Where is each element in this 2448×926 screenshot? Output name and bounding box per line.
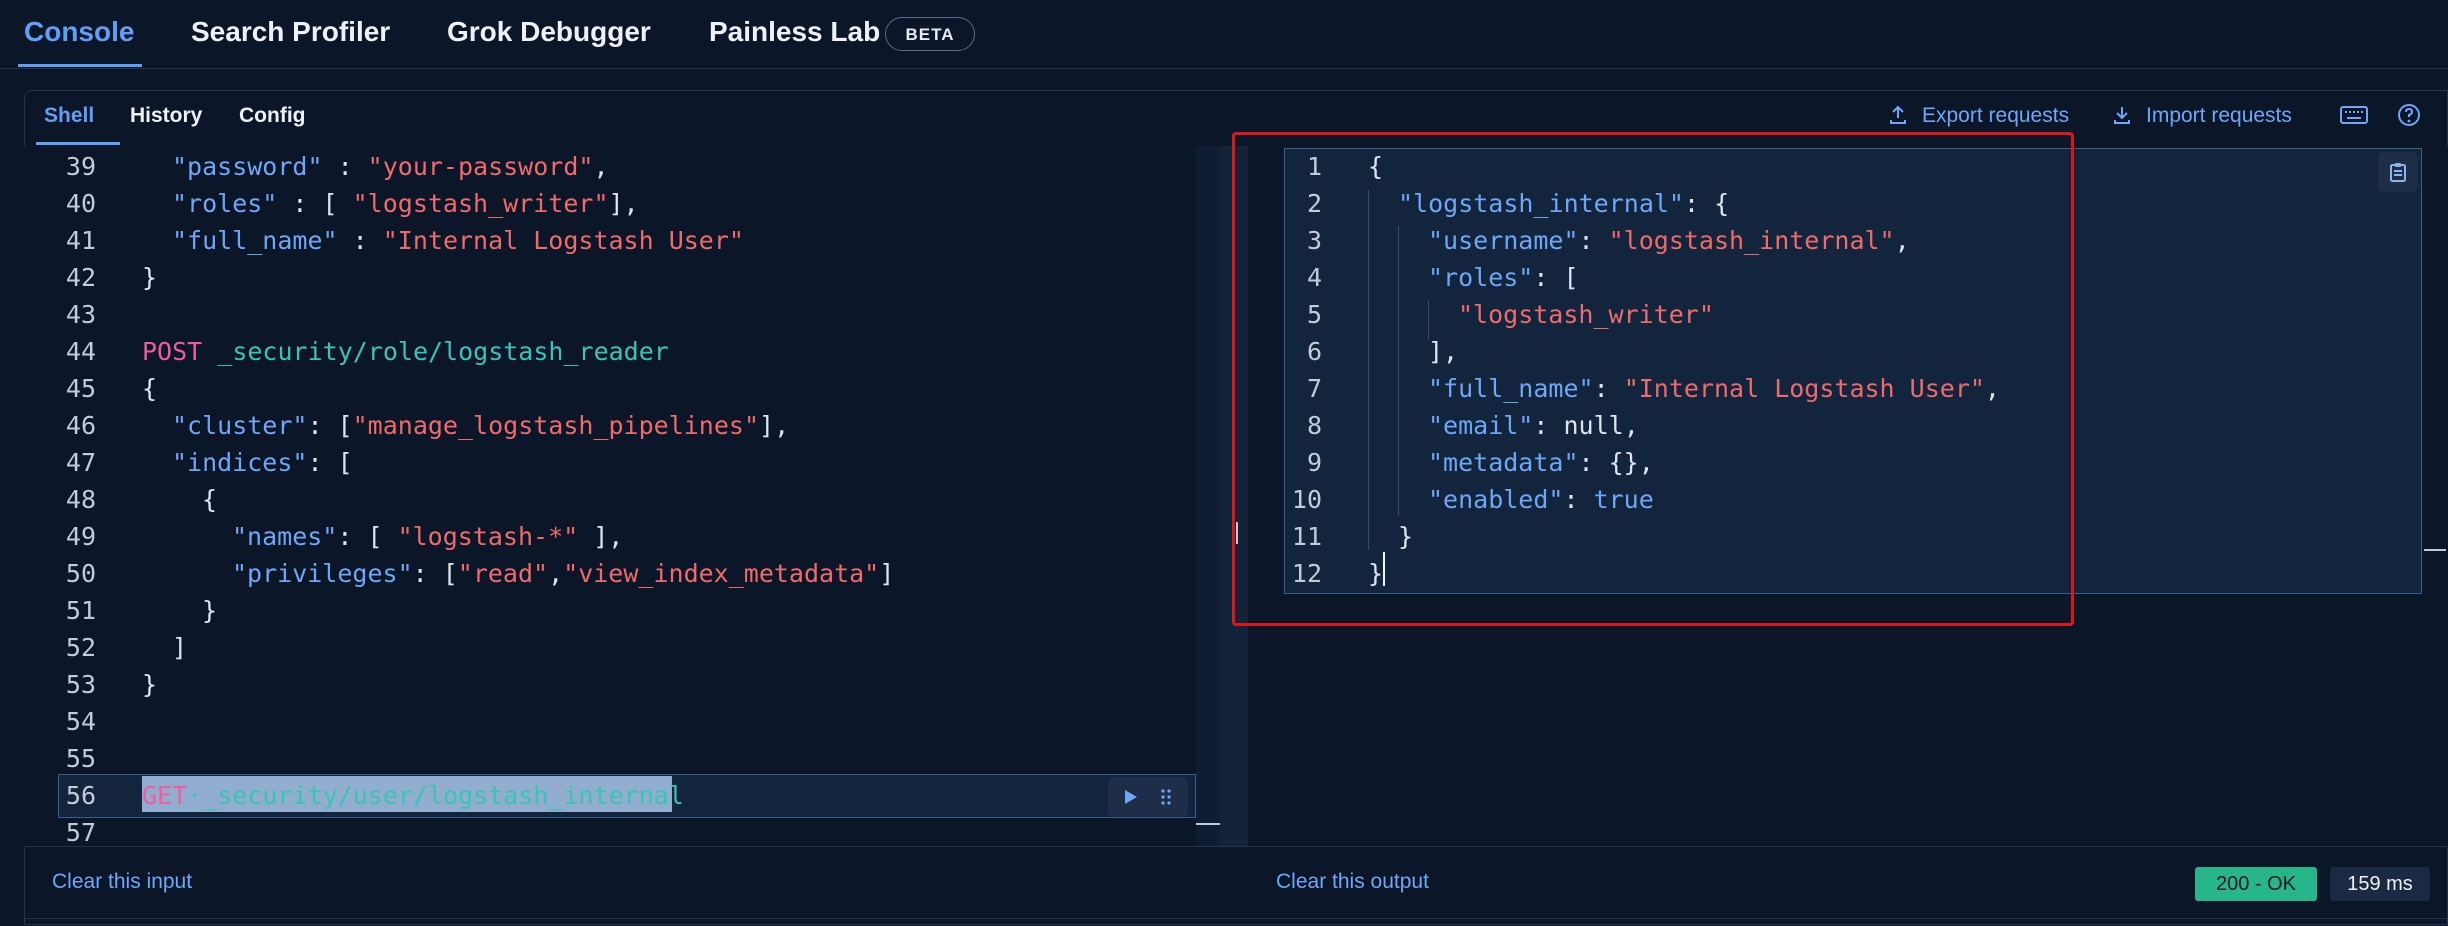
line-number: 47: [65, 448, 96, 477]
tab-shell[interactable]: Shell: [44, 104, 94, 128]
keyboard-icon[interactable]: [2340, 102, 2368, 128]
request-path: _security/role/logstash_reader: [217, 337, 669, 366]
tab-grok-debugger[interactable]: Grok Debugger: [447, 16, 651, 48]
import-icon: [2114, 107, 2130, 124]
line-number: 56: [65, 781, 96, 810]
line-number: 53: [65, 670, 96, 699]
request-path: _security/user/logstash_internal: [202, 781, 684, 810]
line-number: 48: [65, 485, 96, 514]
export-icon: [1890, 105, 1906, 124]
export-requests-button[interactable]: Export requests: [1922, 104, 2069, 128]
line-number: 41: [65, 226, 96, 255]
json-key: "privileges": [232, 559, 413, 588]
line-number: 51: [65, 596, 96, 625]
tab-console[interactable]: Console: [24, 16, 134, 48]
clipboard-icon: [2390, 163, 2406, 182]
line-number: 44: [65, 337, 96, 366]
json-key: "password": [172, 152, 323, 181]
scroll-position-marker: [2424, 549, 2446, 551]
json-punct: ],: [578, 522, 624, 551]
json-punct: : [: [337, 522, 398, 551]
request-line: POST _security/role/logstash_reader: [142, 337, 669, 366]
line-number: 46: [65, 411, 96, 440]
status-badge: 200 - OK: [2195, 867, 2317, 901]
json-key: "full_name": [172, 226, 338, 255]
json-punct: : [: [307, 411, 353, 440]
json-punct: ,: [548, 559, 564, 588]
json-punct: ],: [759, 411, 790, 440]
code-line: "full_name" : "Internal Logstash User": [172, 226, 744, 255]
console-footer: [24, 846, 2448, 926]
json-string: "Internal Logstash User": [382, 226, 744, 255]
code-line: {: [142, 374, 158, 403]
clear-output-button[interactable]: Clear this output: [1276, 870, 1429, 894]
top-tab-bar: Console Search Profiler Grok Debugger Pa…: [0, 0, 2448, 69]
json-string: "view_index_metadata": [563, 559, 880, 588]
line-number: 49: [65, 522, 96, 551]
help-icon[interactable]: [2396, 102, 2422, 128]
play-icon[interactable]: [1120, 787, 1140, 807]
line-number: 57: [65, 818, 96, 847]
code-line: ]: [172, 633, 188, 662]
copy-output-button[interactable]: [2378, 152, 2418, 192]
code-line: "password" : "your-password",: [172, 152, 609, 181]
highlight-annotation-box: [1232, 132, 2074, 626]
line-number: 54: [65, 707, 96, 736]
json-punct: : [: [412, 559, 458, 588]
editor-scrollbar[interactable]: [1196, 146, 1220, 846]
json-punct: ,: [593, 152, 609, 181]
line-number: 42: [65, 263, 96, 292]
http-method: POST: [142, 337, 203, 366]
line-number: 39: [65, 152, 96, 181]
json-key: "indices": [172, 448, 308, 477]
beta-badge: BETA: [885, 17, 975, 51]
code-line: "cluster": ["manage_logstash_pipelines"]…: [172, 411, 789, 440]
line-number: 55: [65, 744, 96, 773]
code-line: {: [202, 485, 218, 514]
json-key: "cluster": [172, 411, 308, 440]
code-line: }: [142, 670, 158, 699]
json-key: "roles": [172, 189, 278, 218]
json-punct: :: [337, 226, 383, 255]
json-string: "logstash-*": [397, 522, 579, 551]
response-time-badge: 159 ms: [2330, 867, 2430, 901]
tab-painless-lab[interactable]: Painless Lab: [709, 16, 880, 48]
code-line: "names": [ "logstash-*" ],: [232, 522, 623, 551]
more-options-icon[interactable]: [1160, 787, 1172, 807]
active-tab-indicator: [18, 64, 142, 67]
json-key: "names": [232, 522, 338, 551]
json-string: "your-password": [367, 152, 594, 181]
json-punct: : [: [277, 189, 353, 218]
http-method: GET: [142, 781, 188, 810]
json-punct: :: [322, 152, 368, 181]
line-number: 52: [65, 633, 96, 662]
json-string: "manage_logstash_pipelines": [352, 411, 760, 440]
active-subtab-indicator: [36, 142, 120, 145]
line-number: 45: [65, 374, 96, 403]
line-number: 50: [65, 559, 96, 588]
tab-search-profiler[interactable]: Search Profiler: [191, 16, 390, 48]
code-line: "privileges": ["read","view_index_metada…: [232, 559, 894, 588]
code-line: "indices": [: [172, 448, 353, 477]
json-punct: ]: [879, 559, 895, 588]
code-line: }: [142, 263, 158, 292]
code-line: }: [202, 596, 218, 625]
request-line: GET·_security/user/logstash_internal: [142, 781, 684, 810]
import-requests-button[interactable]: Import requests: [2146, 104, 2292, 128]
json-punct: : [: [307, 448, 353, 477]
json-string: "read": [457, 559, 549, 588]
tab-history[interactable]: History: [130, 104, 202, 128]
tab-config[interactable]: Config: [239, 104, 305, 128]
scroll-position-marker: [1196, 823, 1220, 825]
request-actions: [1108, 777, 1188, 817]
footer-divider: [24, 918, 2448, 919]
json-string: "logstash_writer": [352, 189, 609, 218]
request-path-separator: ·: [187, 781, 203, 810]
json-punct: ],: [608, 189, 639, 218]
line-number: 40: [65, 189, 96, 218]
line-number: 43: [65, 300, 96, 329]
code-line: "roles" : [ "logstash_writer"],: [172, 189, 639, 218]
clear-input-button[interactable]: Clear this input: [52, 870, 192, 894]
